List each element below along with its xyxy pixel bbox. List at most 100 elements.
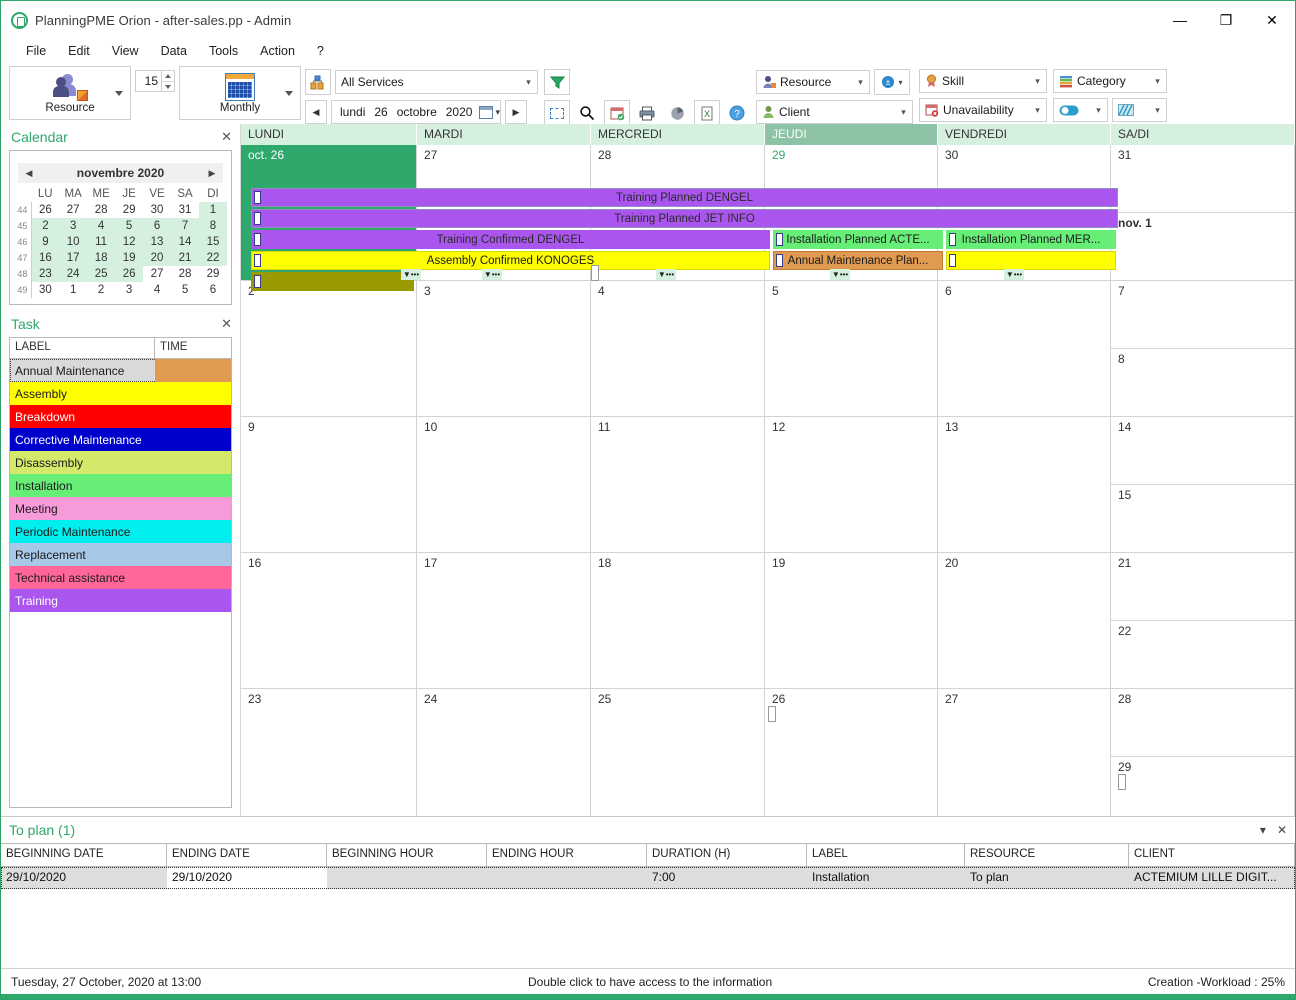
mini-calendar-day[interactable]: 14 <box>171 234 199 250</box>
close-icon[interactable]: ✕ <box>221 129 232 145</box>
mini-calendar-day[interactable]: 27 <box>59 202 87 218</box>
col-beginning-hour[interactable]: BEGINNING HOUR <box>327 844 487 866</box>
table-row[interactable]: 29/10/2020 29/10/2020 7:00 Installation … <box>1 867 1295 889</box>
menu-item-tools[interactable]: Tools <box>198 41 249 61</box>
day-cell[interactable]: 18 <box>591 553 765 688</box>
current-date-field[interactable]: lundi 26 octobre 2020 ▾ <box>331 100 501 124</box>
close-icon[interactable]: ✕ <box>221 316 232 332</box>
day-cell[interactable]: 19 <box>765 553 938 688</box>
day-column-header[interactable]: LUNDI <box>241 124 417 145</box>
day-cell[interactable]: 22 <box>1111 621 1294 689</box>
day-cell[interactable]: 3 <box>417 281 591 416</box>
mini-calendar-day[interactable]: 5 <box>115 218 143 234</box>
chevron-down-icon[interactable]: ▾ <box>495 107 500 118</box>
next-month-button[interactable]: ▶ <box>201 168 223 179</box>
calendar-event[interactable]: Training Confirmed DENGEL <box>251 230 770 249</box>
day-cell[interactable]: 9 <box>241 417 417 552</box>
list-item[interactable]: Breakdown <box>10 405 231 428</box>
list-item[interactable]: Annual Maintenance <box>10 359 231 382</box>
mini-calendar-day[interactable]: 15 <box>199 234 227 250</box>
calendar-event[interactable] <box>251 272 414 291</box>
mini-calendar-day[interactable]: 1 <box>199 202 227 218</box>
mini-calendar-day[interactable]: 23 <box>31 266 59 282</box>
mini-calendar-day[interactable]: 4 <box>87 218 115 234</box>
mini-calendar-day[interactable]: 29 <box>115 202 143 218</box>
date-picker-icon[interactable] <box>479 106 493 119</box>
empty-slot-marker[interactable] <box>768 706 776 722</box>
day-cell[interactable]: 8 <box>1111 349 1294 417</box>
menu-item-file[interactable]: File <box>15 41 57 61</box>
collapse-row-toggle[interactable]: ▼••• <box>656 269 676 280</box>
stepper-arrows[interactable] <box>161 71 174 91</box>
col-duration[interactable]: DURATION (H) <box>647 844 807 866</box>
mini-calendar-day[interactable]: 16 <box>31 250 59 266</box>
day-cell[interactable]: 12 <box>765 417 938 552</box>
list-item[interactable]: Periodic Maintenance <box>10 520 231 543</box>
rectangle-select-button[interactable] <box>544 100 570 126</box>
day-column-header[interactable]: MERCREDI <box>591 124 765 145</box>
filter-category-select[interactable]: Category ▾ <box>1053 69 1167 93</box>
event-handle-icon[interactable] <box>254 275 261 288</box>
pie-chart-button[interactable] <box>664 100 690 126</box>
mini-calendar-day[interactable]: 18 <box>87 250 115 266</box>
calendar-event[interactable]: Training Planned JET INFO <box>251 209 1118 228</box>
prev-month-button[interactable]: ◀ <box>18 168 40 179</box>
mini-calendar-day[interactable]: 22 <box>199 250 227 266</box>
day-cell[interactable]: 21 <box>1111 553 1294 621</box>
day-column-header[interactable]: VENDREDI <box>938 124 1111 145</box>
col-label[interactable]: LABEL <box>807 844 965 866</box>
help-button[interactable]: ? <box>724 100 750 126</box>
funnel-filter-button[interactable] <box>544 69 570 95</box>
list-item[interactable]: Corrective Maintenance <box>10 428 231 451</box>
calendar-check-button[interactable] <box>604 100 630 126</box>
mini-calendar-day[interactable]: 8 <box>199 218 227 234</box>
list-item[interactable]: Disassembly <box>10 451 231 474</box>
empty-slot-marker[interactable] <box>591 265 599 281</box>
calendar-event[interactable]: Installation Planned ACTE... <box>773 230 943 249</box>
mini-calendar-day[interactable]: 4 <box>143 282 171 298</box>
toggle-display-2[interactable]: ▾ <box>1112 98 1167 122</box>
mini-calendar-day[interactable]: 26 <box>31 202 59 218</box>
filter-resource-select[interactable]: Resource ▾ <box>756 70 870 94</box>
mini-calendar-day[interactable]: 19 <box>115 250 143 266</box>
col-beginning-date[interactable]: BEGINNING DATE <box>1 844 167 866</box>
calendar-event[interactable] <box>946 251 1116 270</box>
day-column-header[interactable]: JEUDI <box>765 124 938 145</box>
mini-calendar-day[interactable]: 27 <box>143 266 171 282</box>
calendar-event[interactable]: Assembly Confirmed KONOGES <box>251 251 770 270</box>
day-cell[interactable]: 13 <box>938 417 1111 552</box>
mini-calendar-day[interactable]: 13 <box>143 234 171 250</box>
day-column-header[interactable]: SA/DI <box>1111 124 1295 145</box>
col-ending-hour[interactable]: ENDING HOUR <box>487 844 647 866</box>
filter-unavailability-select[interactable]: Unavailability ▾ <box>919 98 1047 122</box>
mini-calendar-day[interactable]: 30 <box>143 202 171 218</box>
list-item[interactable]: Technical assistance <box>10 566 231 589</box>
list-item[interactable]: Assembly <box>10 382 231 405</box>
mini-calendar-day[interactable]: 11 <box>87 234 115 250</box>
col-resource[interactable]: RESOURCE <box>965 844 1129 866</box>
col-ending-date[interactable]: ENDING DATE <box>167 844 327 866</box>
days-count-stepper[interactable]: 15 <box>135 70 175 92</box>
mini-calendar-day[interactable]: 29 <box>199 266 227 282</box>
mini-calendar-day[interactable]: 9 <box>31 234 59 250</box>
calendar-event[interactable]: Annual Maintenance Plan... <box>773 251 943 270</box>
menu-item-data[interactable]: Data <box>150 41 198 61</box>
col-client[interactable]: CLIENT <box>1129 844 1295 866</box>
mini-calendar-day[interactable]: 2 <box>87 282 115 298</box>
mini-calendar-day[interactable]: 26 <box>115 266 143 282</box>
day-cell[interactable]: 26 <box>765 689 938 816</box>
chevron-down-icon[interactable] <box>115 91 123 96</box>
day-cell[interactable]: 11 <box>591 417 765 552</box>
mini-calendar-day[interactable]: 6 <box>199 282 227 298</box>
event-handle-icon[interactable] <box>254 254 261 267</box>
day-cell[interactable]: 25 <box>591 689 765 816</box>
filter-client-select[interactable]: Client ▾ <box>756 100 913 124</box>
mini-calendar-day[interactable]: 5 <box>171 282 199 298</box>
menu-item-edit[interactable]: Edit <box>57 41 101 61</box>
mini-calendar-day[interactable]: 10 <box>59 234 87 250</box>
day-cell[interactable]: 17 <box>417 553 591 688</box>
menu-item-action[interactable]: Action <box>249 41 306 61</box>
close-button[interactable]: ✕ <box>1249 1 1295 39</box>
day-cell[interactable]: 31 <box>1111 145 1294 213</box>
day-cell[interactable]: 14 <box>1111 417 1294 485</box>
